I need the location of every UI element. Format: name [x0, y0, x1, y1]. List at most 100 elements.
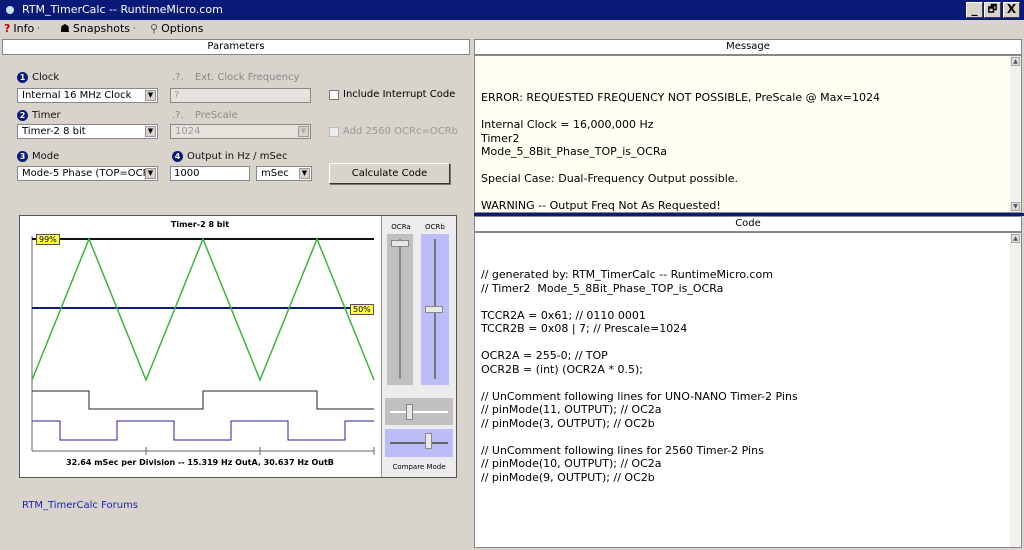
- message-line: [481, 105, 1015, 119]
- dropdown-dot-icon: ·: [37, 24, 40, 33]
- message-header: Message: [474, 39, 1022, 55]
- code-line: // pinMode(9, OUTPUT); // OC2b: [481, 470, 655, 484]
- label-text: Output in Hz / mSec: [187, 151, 288, 162]
- prescale-label: .?. PreScale: [172, 110, 238, 121]
- code-line: OCR2A = 255-0; // TOP: [481, 349, 608, 362]
- scroll-up-icon[interactable]: ▲: [1011, 234, 1020, 243]
- menu-label: Options: [161, 22, 204, 35]
- restore-button[interactable]: 🗗: [984, 2, 1001, 18]
- menu-options[interactable]: ⚲ Options: [150, 20, 204, 38]
- code-line: // pinMode(10, OUTPUT); // OC2a: [481, 457, 662, 470]
- menu-label: Snapshots: [72, 22, 131, 35]
- checkbox-box[interactable]: [329, 126, 339, 137]
- prescale-select[interactable]: 1024 ▼: [170, 124, 311, 139]
- message-line: [481, 186, 1015, 200]
- message-scrollbar[interactable]: ▲ ▼: [1010, 56, 1021, 212]
- select-value: 1024: [175, 126, 201, 137]
- clock-label: 1 Clock: [17, 72, 59, 83]
- code-line: // Timer2 Mode_5_8Bit_Phase_TOP_is_OCRa: [481, 281, 724, 295]
- code-line: TCCR2B = 0x08 | 7; // Prescale=1024: [481, 322, 688, 335]
- ext-clock-label: .?. Ext. Clock Frequency: [172, 72, 299, 83]
- message-line: [481, 159, 1015, 173]
- label-text: PreScale: [194, 110, 238, 121]
- chevron-down-icon: ▼: [145, 168, 156, 179]
- message-line: ERROR: REQUESTED FREQUENCY NOT POSSIBLE,…: [481, 91, 881, 104]
- ocra-label: OCRa: [391, 223, 411, 231]
- dropdown-dot-icon: ·: [133, 24, 136, 33]
- timer-count-triangle: [31, 236, 375, 383]
- message-line: Special Case: Dual-Frequency Output poss…: [481, 172, 739, 185]
- message-pane: ▲ ▼ ERROR: REQUESTED FREQUENCY NOT POSSIB…: [474, 55, 1022, 226]
- chevron-down-icon: ▼: [145, 126, 156, 137]
- parameters-header: Parameters: [2, 39, 470, 55]
- clock-select[interactable]: Internal 16 MHz Clock ▼: [17, 88, 158, 103]
- timer-label: 2 Timer: [17, 110, 61, 121]
- chevron-down-icon: ▼: [298, 126, 309, 137]
- code-line: OCR2B = (int) (OCR2A * 0.5);: [481, 362, 643, 376]
- menu-info[interactable]: ? Info ·: [4, 20, 40, 38]
- message-line: Mode_5_8Bit_Phase_TOP_is_OCRa: [481, 145, 668, 158]
- message-line: Timer2: [481, 131, 520, 145]
- chevron-down-icon: ▼: [145, 90, 156, 101]
- outb-compare-slider[interactable]: [385, 429, 453, 457]
- timer-select[interactable]: Timer-2 8 bit ▼: [17, 124, 158, 139]
- outa-compare-slider[interactable]: [385, 398, 453, 425]
- code-line: // pinMode(11, OUTPUT); // OC2a: [481, 403, 662, 416]
- code-line: // UnComment following lines for 2560 Ti…: [481, 443, 764, 457]
- menu-snapshots[interactable]: ☗ Snapshots ·: [60, 20, 136, 38]
- code-pane[interactable]: ▲ // generated by: RTM_TimerCalc -- Runt…: [474, 232, 1022, 548]
- menu-label: Info: [13, 22, 35, 35]
- calculate-code-button[interactable]: Calculate Code: [329, 163, 450, 184]
- code-line: TCCR2A = 0x61; // 0110 0001: [481, 308, 646, 322]
- step-number: 4: [172, 151, 183, 162]
- scope-waveforms: [31, 236, 375, 455]
- ocrb-marker: 50%: [350, 304, 374, 315]
- compare-mode-label: Compare Mode: [392, 463, 446, 471]
- checkbox-box[interactable]: [329, 89, 339, 100]
- select-value: Timer-2 8 bit: [22, 126, 86, 137]
- forums-link[interactable]: RTM_TimerCalc Forums: [22, 500, 138, 511]
- outb-compare-thumb[interactable]: [425, 433, 432, 449]
- include-interrupt-checkbox[interactable]: Include Interrupt Code: [329, 89, 455, 100]
- wrench-icon: ⚲: [150, 22, 159, 35]
- output-unit-select[interactable]: mSec ▼: [256, 166, 312, 181]
- mode-label: 3 Mode: [17, 151, 59, 162]
- label-text: Timer: [32, 110, 61, 121]
- ocra-slider[interactable]: [387, 234, 413, 385]
- app-icon: [6, 6, 14, 14]
- add-2560-checkbox[interactable]: Add 2560 OCRc=OCRb: [329, 126, 458, 137]
- output-value-input[interactable]: 1000: [170, 166, 250, 181]
- outa-compare-thumb[interactable]: [406, 404, 413, 420]
- ocra-slider-thumb[interactable]: [391, 240, 409, 247]
- message-line: Internal Clock = 16,000,000 Hz: [481, 118, 654, 131]
- close-button[interactable]: X: [1003, 2, 1020, 18]
- code-scrollbar[interactable]: ▲: [1010, 233, 1021, 547]
- scroll-down-icon[interactable]: ▼: [1011, 202, 1020, 211]
- output-label: 4 Output in Hz / mSec: [172, 151, 287, 162]
- mode-select[interactable]: Mode-5 Phase (TOP=OCR) ▼: [17, 166, 158, 181]
- minimize-button[interactable]: _: [966, 2, 983, 18]
- code-header: Code: [474, 216, 1022, 232]
- step-number: 2: [17, 110, 28, 121]
- ocrb-slider-thumb[interactable]: [425, 306, 443, 313]
- step-number: 1: [17, 72, 28, 83]
- question-icon: ?: [4, 22, 11, 35]
- ext-clock-input[interactable]: ?: [170, 88, 311, 103]
- checkbox-label: Add 2560 OCRc=OCRb: [343, 126, 458, 137]
- scroll-up-icon[interactable]: ▲: [1011, 57, 1020, 66]
- label-text: Clock: [32, 72, 60, 83]
- code-line: // generated by: RTM_TimerCalc -- Runtim…: [481, 268, 773, 281]
- ocrb-slider[interactable]: [421, 234, 449, 385]
- label-text: Mode: [32, 151, 60, 162]
- menu-bar: ? Info · ☗ Snapshots · ⚲ Options: [0, 20, 1024, 38]
- label-prefix: .?.: [172, 110, 184, 121]
- outa-square-wave: [32, 390, 374, 410]
- step-number: 3: [17, 151, 28, 162]
- checkbox-label: Include Interrupt Code: [343, 89, 456, 100]
- label-prefix: .?.: [172, 72, 184, 83]
- ocrb-label: OCRb: [425, 223, 445, 231]
